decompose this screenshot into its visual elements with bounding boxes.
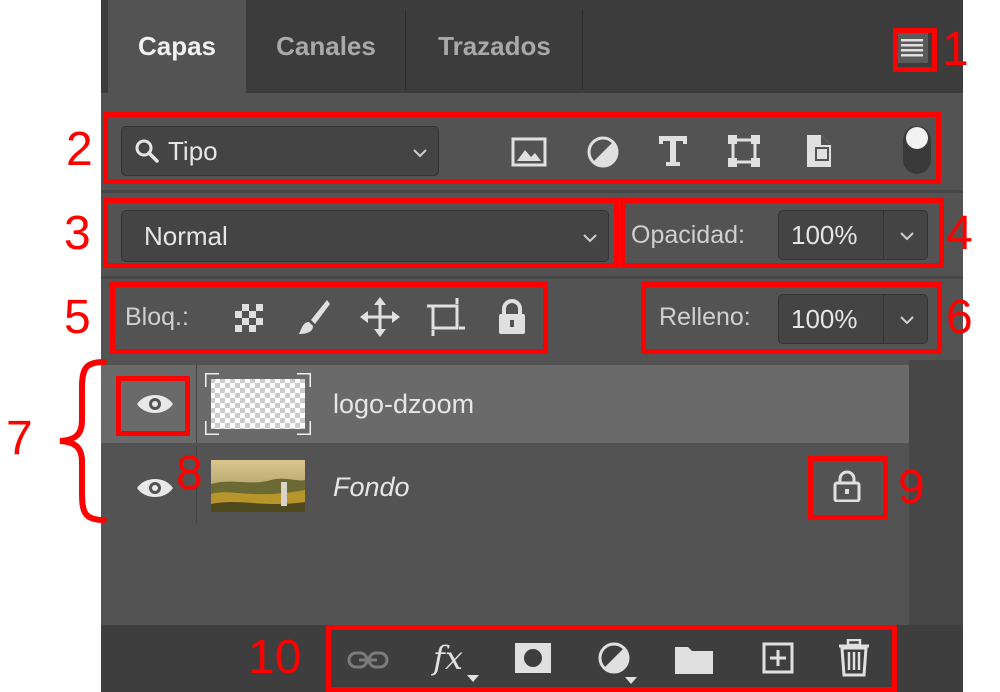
eye-icon[interactable]: [135, 392, 175, 416]
group-folder-icon[interactable]: [674, 643, 714, 675]
image-filter-icon[interactable]: [511, 137, 547, 167]
divider: [883, 211, 884, 259]
fill-input[interactable]: 100%: [778, 294, 928, 344]
adjustment-layer-icon[interactable]: [597, 641, 637, 685]
search-icon: [135, 139, 159, 163]
delete-icon[interactable]: [837, 639, 871, 677]
filter-kind-label: Tipo: [168, 135, 218, 166]
filter-toggle-icon[interactable]: [901, 124, 933, 176]
layer-lock-icon[interactable]: [833, 470, 861, 502]
layer-name: logo-dzoom: [333, 389, 475, 419]
layer-mask-icon[interactable]: [515, 643, 551, 673]
new-layer-icon[interactable]: [762, 642, 794, 674]
tab-bar: Capas Canales Trazados: [101, 0, 963, 93]
tab-capas[interactable]: Capas: [108, 0, 246, 93]
chevron-down-icon: [583, 234, 597, 243]
filter-kind-select[interactable]: Tipo: [121, 126, 439, 176]
tab-label: Capas: [137, 31, 217, 61]
link-layers-icon[interactable]: [347, 650, 389, 670]
annotation-number: 8: [176, 447, 203, 500]
type-filter-icon[interactable]: [657, 134, 689, 168]
opacity-label: Opacidad:: [631, 221, 745, 249]
tab-label: Trazados: [438, 31, 551, 61]
annotation-number: 6: [946, 291, 973, 344]
adjustment-filter-icon[interactable]: [586, 135, 620, 169]
lock-pixels-icon[interactable]: [297, 298, 331, 336]
annotation-number: 1: [942, 23, 969, 76]
divider: [101, 276, 963, 279]
tab-trazados[interactable]: Trazados: [406, 0, 583, 93]
layers-panel: Capas Canales Trazados Tipo Normal Opaci…: [101, 0, 963, 692]
annotation-brace: [59, 359, 107, 523]
layer-thumbnail: [203, 371, 313, 437]
eye-icon[interactable]: [135, 476, 175, 500]
divider: [196, 365, 197, 443]
panel-menu-icon[interactable]: [896, 31, 928, 63]
chevron-down-icon[interactable]: [897, 226, 917, 246]
divider: [883, 295, 884, 343]
lock-transparency-icon[interactable]: [233, 302, 265, 334]
layers-list: logo-dzoom Fondo: [101, 360, 963, 625]
smart-object-filter-icon[interactable]: [803, 133, 835, 169]
layer-row-fondo[interactable]: Fondo: [101, 446, 909, 524]
chevron-down-icon: [413, 149, 427, 158]
annotation-number: 7: [6, 412, 33, 465]
annotation-number: 10: [248, 631, 302, 684]
fx-icon[interactable]: fx: [433, 639, 483, 683]
layer-row-logo-dzoom[interactable]: logo-dzoom: [101, 365, 909, 443]
shape-filter-icon[interactable]: [727, 134, 761, 168]
annotation-number: 2: [66, 123, 93, 176]
fx-label: fx: [433, 639, 463, 677]
lock-label: Bloq.:: [125, 303, 189, 331]
fx-dropdown-icon: [467, 675, 479, 682]
tab-separator: [582, 10, 583, 90]
annotation-number: 5: [64, 291, 91, 344]
blend-mode-value: Normal: [144, 220, 228, 251]
annotation-number: 9: [898, 461, 925, 514]
divider: [101, 190, 963, 193]
tab-canales[interactable]: Canales: [246, 0, 406, 93]
chevron-down-icon[interactable]: [897, 310, 917, 330]
tab-label: Canales: [276, 31, 376, 61]
annotation-number: 3: [64, 207, 91, 260]
layer-name: Fondo: [333, 472, 410, 502]
landscape-thumbnail: [211, 460, 305, 512]
annotation-number: 4: [946, 207, 973, 260]
lock-artboard-icon[interactable]: [427, 298, 465, 336]
lock-position-icon[interactable]: [360, 297, 400, 337]
blend-mode-select[interactable]: Normal: [121, 210, 609, 262]
layers-footer: fx: [101, 625, 963, 692]
opacity-input[interactable]: 100%: [778, 210, 928, 260]
fill-label: Relleno:: [659, 303, 751, 331]
opacity-value: 100%: [791, 219, 858, 250]
fill-value: 100%: [791, 303, 858, 334]
lock-all-icon[interactable]: [497, 299, 527, 335]
